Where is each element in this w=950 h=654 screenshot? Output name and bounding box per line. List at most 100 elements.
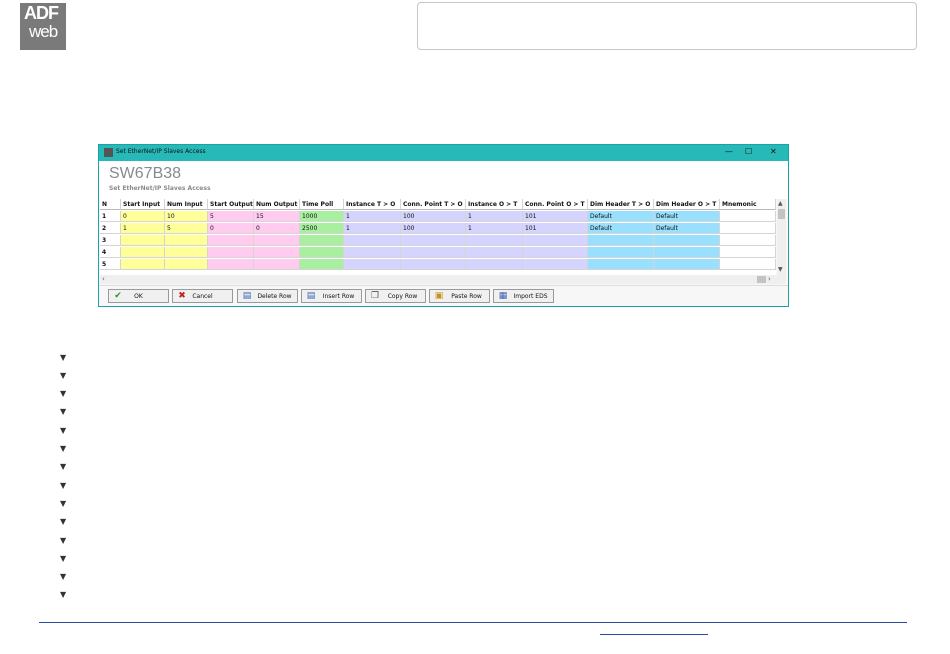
- close-button[interactable]: ✕: [770, 147, 777, 156]
- table-cell[interactable]: [588, 247, 654, 258]
- table-cell[interactable]: [720, 223, 776, 234]
- scroll-up-icon[interactable]: ▲: [778, 200, 783, 207]
- cancel-button[interactable]: ✖ Cancel: [172, 289, 233, 303]
- table-cell[interactable]: [254, 259, 300, 270]
- table-cell[interactable]: [121, 235, 165, 246]
- check-icon: ✔: [114, 291, 122, 301]
- table-cell[interactable]: 5: [208, 211, 254, 222]
- table-cell[interactable]: [654, 235, 720, 246]
- row-number: 1: [100, 211, 121, 222]
- copy-icon: ❐: [370, 291, 380, 301]
- table-cell[interactable]: 1000: [300, 211, 344, 222]
- column-header: Mnemonic: [720, 199, 776, 210]
- table-cell[interactable]: [466, 259, 523, 270]
- table-cell[interactable]: [466, 247, 523, 258]
- table-cell[interactable]: [720, 235, 776, 246]
- table-cell[interactable]: [466, 235, 523, 246]
- table-cell[interactable]: 101: [523, 211, 588, 222]
- table-cell[interactable]: [208, 247, 254, 258]
- table-cell[interactable]: 1: [466, 223, 523, 234]
- table-cell[interactable]: [523, 259, 588, 270]
- footer-link-underline[interactable]: [600, 634, 708, 635]
- bullet-arrow-icon: ▼: [60, 517, 67, 526]
- scroll-down-icon[interactable]: ▼: [778, 266, 783, 273]
- window-titlebar: Set EtherNet/IP Slaves Access — ☐ ✕: [99, 145, 788, 161]
- logo-text-adf: ADF: [24, 3, 59, 23]
- table-cell[interactable]: [344, 235, 401, 246]
- table-cell[interactable]: 10: [165, 211, 208, 222]
- insert-row-button[interactable]: ▤ Insert Row: [301, 289, 362, 303]
- table-cell[interactable]: 100: [401, 211, 466, 222]
- delete-row-label: Delete Row: [257, 293, 292, 300]
- table-cell[interactable]: [523, 247, 588, 258]
- maximize-button[interactable]: ☐: [745, 147, 752, 156]
- table-cell[interactable]: 1: [121, 223, 165, 234]
- table-cell[interactable]: Default: [654, 223, 720, 234]
- table-cell[interactable]: 0: [208, 223, 254, 234]
- table-cell[interactable]: [523, 235, 588, 246]
- bullet-arrow-icon: ▼: [60, 536, 67, 545]
- banner-title: SW67B38: [109, 165, 182, 182]
- table-cell[interactable]: Default: [654, 211, 720, 222]
- table-cell[interactable]: [121, 259, 165, 270]
- table-cell[interactable]: Default: [588, 223, 654, 234]
- table-cell[interactable]: [254, 247, 300, 258]
- column-header: Time Poll: [300, 199, 344, 210]
- copy-row-button[interactable]: ❐ Copy Row: [365, 289, 426, 303]
- bullet-arrow-icon: ▼: [60, 590, 67, 599]
- table-cell[interactable]: [401, 247, 466, 258]
- scroll-left-icon[interactable]: ‹: [102, 275, 105, 283]
- horizontal-scrollbar[interactable]: ‹ ›: [100, 275, 786, 284]
- minimize-button[interactable]: —: [725, 147, 733, 156]
- table-cell[interactable]: [654, 247, 720, 258]
- table-cell[interactable]: [208, 235, 254, 246]
- row-number: 4: [100, 247, 121, 258]
- table-cell[interactable]: [254, 235, 300, 246]
- table-cell[interactable]: [344, 247, 401, 258]
- import-eds-button[interactable]: ▦ Import EDS: [493, 289, 554, 303]
- table-cell[interactable]: [401, 259, 466, 270]
- table-cell[interactable]: 101: [523, 223, 588, 234]
- table-cell[interactable]: 1: [344, 211, 401, 222]
- table-cell[interactable]: 0: [121, 211, 165, 222]
- row-number: 2: [100, 223, 121, 234]
- table-cell[interactable]: 1: [466, 211, 523, 222]
- table-cell[interactable]: 0: [254, 223, 300, 234]
- paste-row-label: Paste Row: [451, 293, 482, 300]
- table-cell[interactable]: 15: [254, 211, 300, 222]
- table-cell[interactable]: [165, 259, 208, 270]
- scroll-right-icon[interactable]: ›: [768, 275, 771, 283]
- table-cell[interactable]: [588, 235, 654, 246]
- paste-row-button[interactable]: ▣ Paste Row: [429, 289, 490, 303]
- table-cell[interactable]: [720, 259, 776, 270]
- table-cell[interactable]: [121, 247, 165, 258]
- table-cell[interactable]: [300, 247, 344, 258]
- table-row: 4: [100, 247, 776, 259]
- table-cell[interactable]: [720, 211, 776, 222]
- delete-row-button[interactable]: ▤ Delete Row: [237, 289, 298, 303]
- table-cell[interactable]: [165, 247, 208, 258]
- table-cell[interactable]: [720, 247, 776, 258]
- vertical-scrollbar[interactable]: ▲ ▼: [777, 199, 786, 275]
- app-icon: [104, 148, 113, 157]
- table-cell[interactable]: 100: [401, 223, 466, 234]
- table-cell[interactable]: Default: [588, 211, 654, 222]
- scroll-thumb[interactable]: [778, 209, 785, 219]
- column-header: Num Output: [254, 199, 300, 210]
- table-cell[interactable]: [588, 259, 654, 270]
- table-cell[interactable]: [300, 235, 344, 246]
- table-cell[interactable]: 5: [165, 223, 208, 234]
- table-cell[interactable]: [300, 259, 344, 270]
- table-cell[interactable]: [401, 235, 466, 246]
- ok-button[interactable]: ✔ OK: [108, 289, 169, 303]
- table-cell[interactable]: [654, 259, 720, 270]
- table-cell[interactable]: [165, 235, 208, 246]
- table-cell[interactable]: [344, 259, 401, 270]
- hscroll-thumb[interactable]: [757, 276, 766, 283]
- table-cell[interactable]: [208, 259, 254, 270]
- table-cell[interactable]: 1: [344, 223, 401, 234]
- slaves-table: N Start Input Num Input Start Output Num Out…: [100, 199, 776, 275]
- table-row: 1 0 10 5 15 1000 1 100 1 101 Default Default: [100, 211, 776, 223]
- table-cell[interactable]: 2500: [300, 223, 344, 234]
- bullet-arrow-icon: ▼: [60, 572, 67, 581]
